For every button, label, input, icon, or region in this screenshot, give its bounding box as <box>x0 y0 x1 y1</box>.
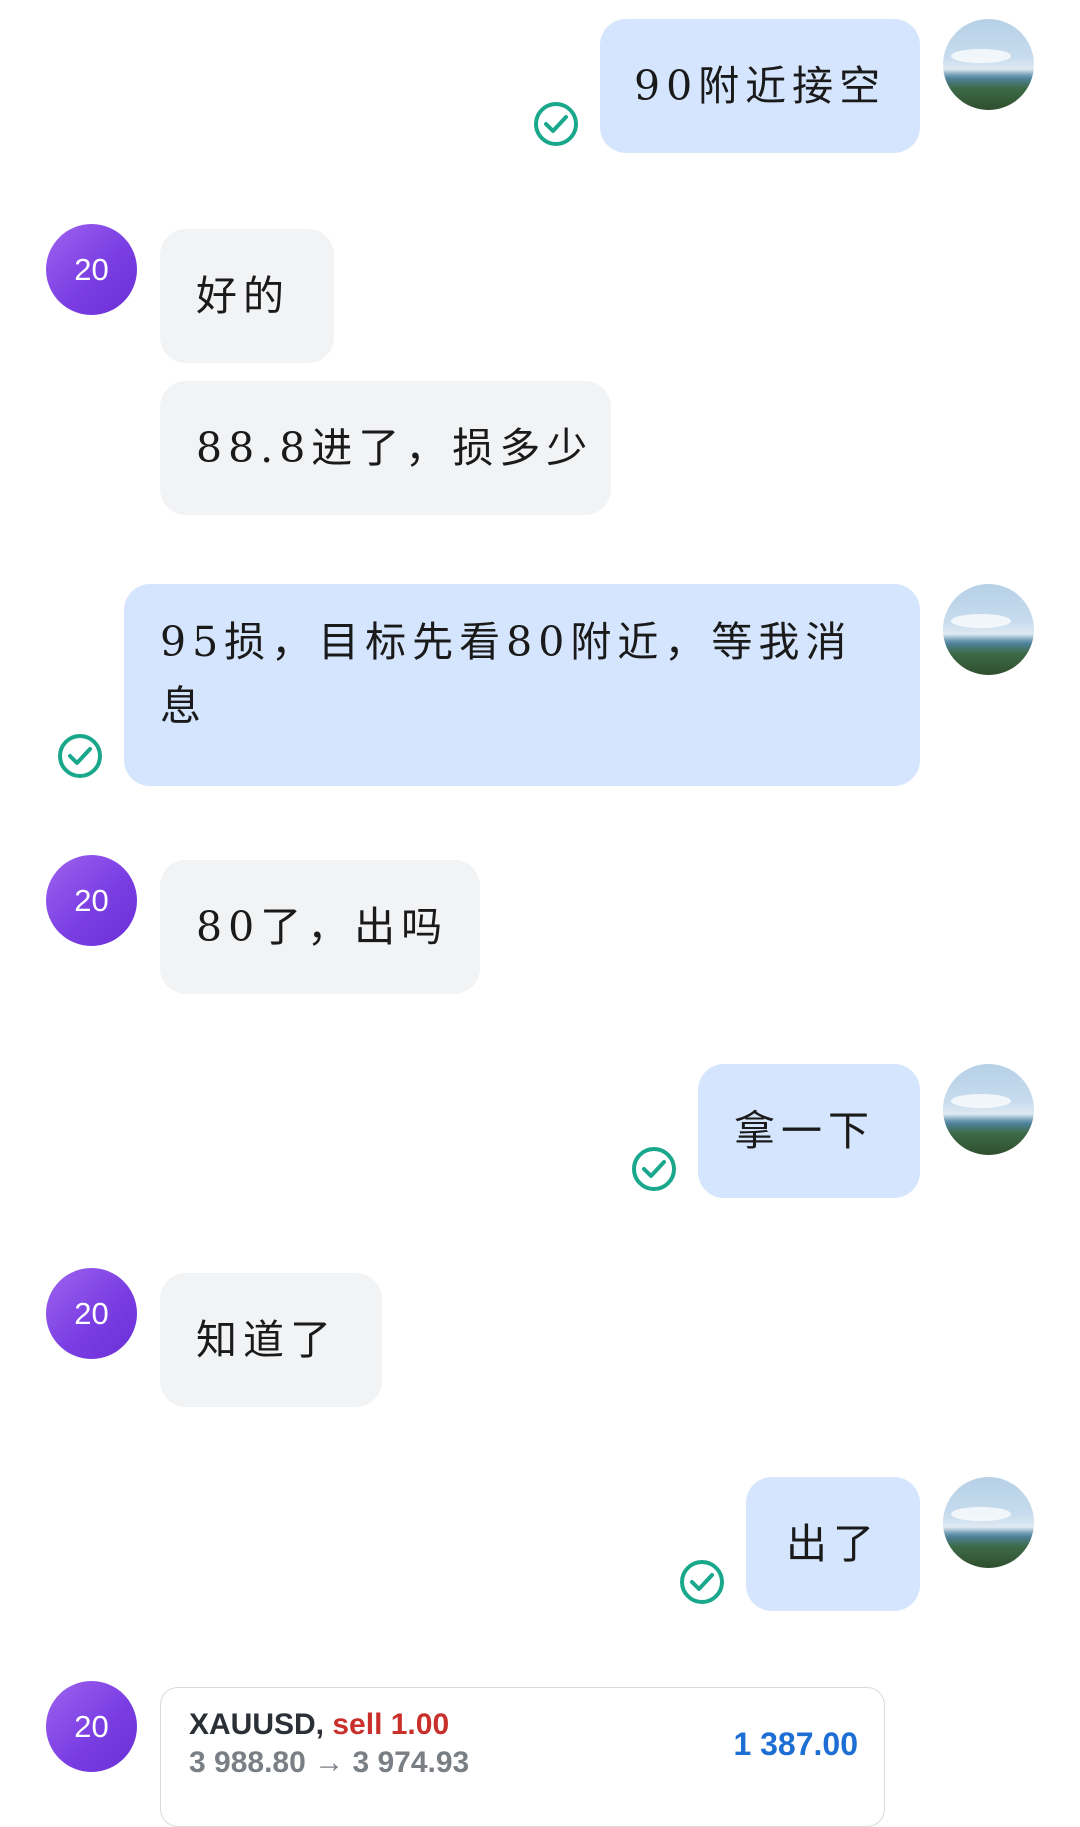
my-avatar[interactable] <box>943 1477 1034 1568</box>
trade-header: XAUUSD, sell 1.00 <box>189 1708 449 1742</box>
read-check-icon <box>680 1560 724 1604</box>
message-text: 好的 <box>196 272 290 320</box>
read-check-icon <box>58 734 102 778</box>
contact-avatar[interactable]: 20 <box>46 1681 137 1772</box>
read-check-icon <box>534 102 578 146</box>
my-avatar[interactable] <box>943 19 1034 110</box>
message-text: 80了，出吗 <box>196 903 449 951</box>
message-bubble-incoming[interactable]: 80了，出吗 <box>160 860 480 994</box>
message-text: 95损，目标先看80附近，等我消息 <box>160 618 853 730</box>
message-bubble-incoming[interactable]: 知道了 <box>160 1273 382 1407</box>
message-text: 知道了 <box>196 1316 337 1364</box>
my-avatar[interactable] <box>943 1064 1034 1155</box>
message-bubble-outgoing[interactable]: 90附近接空 <box>600 19 920 153</box>
trade-symbol: XAUUSD, <box>189 1708 325 1741</box>
trade-price-line: 3 988.80 → 3 974.93 <box>189 1746 470 1779</box>
message-bubble-outgoing[interactable]: 出了 <box>746 1477 920 1611</box>
trade-side: sell 1.00 <box>332 1708 450 1741</box>
contact-avatar[interactable]: 20 <box>46 1268 137 1359</box>
message-bubble-incoming[interactable]: 88.8进了，损多少 <box>160 381 611 515</box>
read-check-icon <box>632 1147 676 1191</box>
message-text: 拿一下 <box>734 1107 875 1155</box>
my-avatar[interactable] <box>943 584 1034 675</box>
contact-avatar[interactable]: 20 <box>46 224 137 315</box>
message-text: 出了 <box>786 1520 880 1568</box>
message-bubble-outgoing[interactable]: 拿一下 <box>698 1064 920 1198</box>
trade-card[interactable]: XAUUSD, sell 1.00 3 988.80 → 3 974.93 1 … <box>160 1687 885 1827</box>
trade-profit: 1 387.00 <box>733 1726 858 1762</box>
contact-avatar[interactable]: 20 <box>46 855 137 946</box>
message-bubble-outgoing[interactable]: 95损，目标先看80附近，等我消息 <box>124 584 920 786</box>
message-bubble-incoming[interactable]: 好的 <box>160 229 334 363</box>
message-text: 88.8进了，损多少 <box>196 424 594 472</box>
message-text: 90附近接空 <box>634 62 887 110</box>
